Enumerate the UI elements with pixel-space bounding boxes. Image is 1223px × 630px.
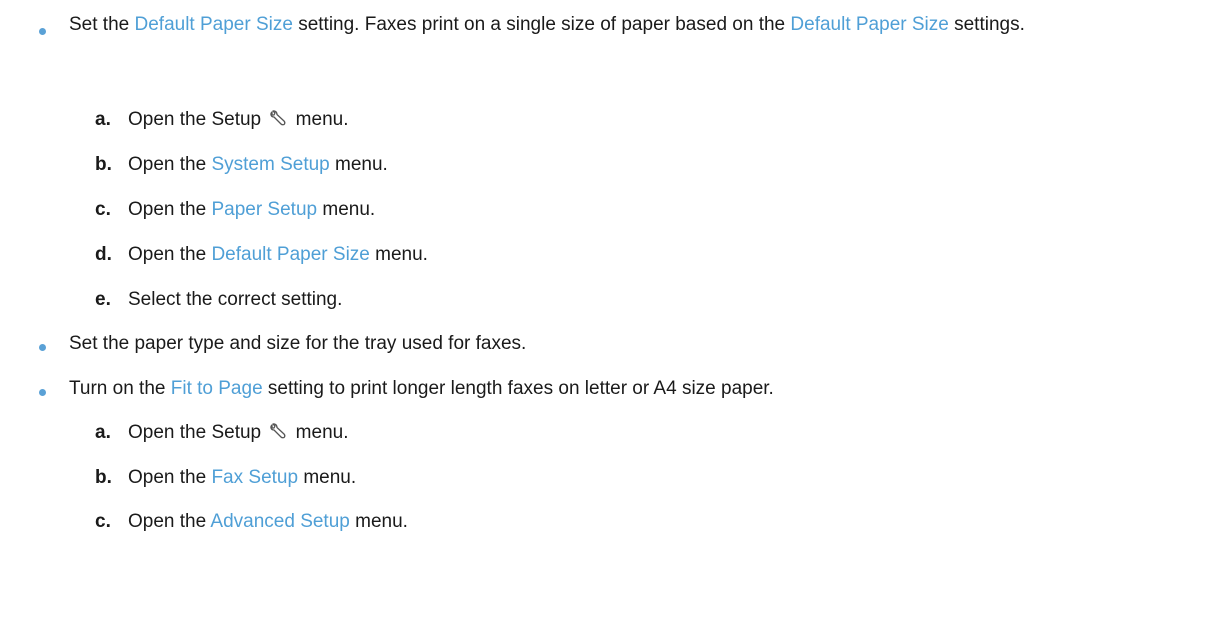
text-segment: menu. <box>295 109 349 130</box>
menu-term-default-paper-size: Default Paper Size <box>211 244 370 265</box>
bullet-dot <box>39 389 46 396</box>
menu-term-default-paper-size: Default Paper Size <box>790 14 949 35</box>
step-item: a. Open the Setup menu. <box>0 419 1223 446</box>
step-text: Open the System Setup menu. <box>128 151 388 178</box>
step-text: Open the Default Paper Size menu. <box>128 241 428 268</box>
step-text: Open the Advanced Setup menu. <box>128 508 408 535</box>
text-segment: menu. <box>329 154 388 175</box>
text-segment: Open the <box>128 467 212 488</box>
step-item: a. Open the Setup menu. <box>0 106 1223 133</box>
text-segment: settings. <box>948 14 1025 35</box>
bullet-dot <box>39 28 46 35</box>
text-segment: menu. <box>298 467 357 488</box>
bullet-dot <box>39 344 46 351</box>
step-item: c. Open the Advanced Setup menu. <box>0 508 1223 535</box>
text-segment: Open the Setup <box>128 422 262 443</box>
step-letter: c. <box>95 511 111 532</box>
menu-term-fit-to-page: Fit to Page <box>170 378 263 399</box>
wrench-icon <box>270 423 286 439</box>
step-letter: a. <box>95 109 111 130</box>
step-text: Open the Setup menu. <box>128 106 348 133</box>
step-item: b. Open the Fax Setup menu. <box>0 464 1223 491</box>
text-segment: Set the <box>69 14 135 35</box>
text-segment: Open the Setup <box>128 109 262 130</box>
menu-term-system-setup: System Setup <box>211 154 330 175</box>
text-segment: Open the <box>128 244 212 265</box>
menu-term-fax-setup: Fax Setup <box>211 467 299 488</box>
wrench-icon <box>270 110 286 126</box>
text-segment: Open the <box>128 511 211 532</box>
step-text: Select the correct setting. <box>128 289 343 310</box>
text-segment: Open the <box>128 154 212 175</box>
step-text: Open the Setup menu. <box>128 419 348 446</box>
text-segment: menu. <box>317 199 376 220</box>
menu-term-paper-setup: Paper Setup <box>211 199 318 220</box>
step-letter: b. <box>95 467 112 488</box>
step-text: Open the Paper Setup menu. <box>128 196 375 223</box>
text-segment: Open the <box>128 199 212 220</box>
text-segment: menu. <box>295 422 349 443</box>
step-text: Open the Fax Setup menu. <box>128 464 356 491</box>
step-item: b. Open the System Setup menu. <box>0 151 1223 178</box>
step-letter: e. <box>95 289 111 310</box>
text-segment: menu. <box>349 511 408 532</box>
menu-term-default-paper-size: Default Paper Size <box>134 14 293 35</box>
step-letter: b. <box>95 154 112 175</box>
text-segment: Turn on the <box>69 378 171 399</box>
step-letter: c. <box>95 199 111 220</box>
step-letter: a. <box>95 422 111 443</box>
step-item: e. Select the correct setting. <box>0 286 1223 313</box>
text-segment: menu. <box>369 244 428 265</box>
text-segment: setting. Faxes print on a single size of… <box>292 14 791 35</box>
step-item: c. Open the Paper Setup menu. <box>0 196 1223 223</box>
bullet-text: Turn on the Fit to Page setting to print… <box>69 375 1209 402</box>
document-page: Set the Default Paper Size setting. Faxe… <box>0 0 1223 630</box>
step-item: d. Open the Default Paper Size menu. <box>0 241 1223 268</box>
bullet-text: Set the paper type and size for the tray… <box>69 333 527 354</box>
bullet-text: Set the Default Paper Size setting. Faxe… <box>69 11 1209 38</box>
step-letter: d. <box>95 244 112 265</box>
text-segment: setting to print longer length faxes on … <box>262 378 774 399</box>
menu-term-advanced-setup: Advanced Setup <box>210 511 350 532</box>
